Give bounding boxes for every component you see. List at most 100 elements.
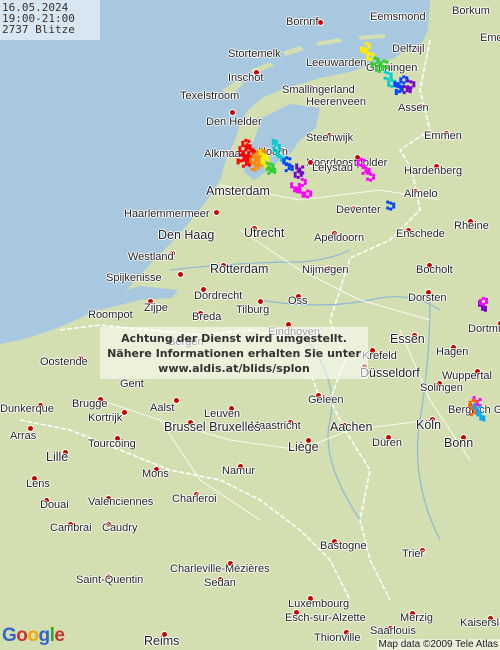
lightning-strike (472, 406, 476, 410)
lightning-strike (290, 185, 294, 189)
lightning-strike (390, 84, 394, 88)
lightning-strike (475, 407, 479, 411)
google-logo[interactable]: Google (2, 625, 65, 647)
lightning-strike (397, 90, 401, 94)
lightning-strike (293, 171, 297, 175)
lightning-strike (256, 166, 260, 170)
lightning-strike (386, 71, 390, 75)
lightning-strike (470, 407, 473, 411)
lightning-strike (301, 165, 305, 169)
lightning-strike (303, 194, 307, 198)
lightning-strike (265, 167, 269, 171)
lightning-strike (356, 159, 360, 163)
lightning-strike (374, 68, 378, 72)
lightning-strike (274, 142, 278, 146)
lightning-strike (366, 54, 370, 58)
lightning-strike (374, 65, 378, 69)
lightning-strike (265, 161, 269, 165)
lightning-strike (359, 157, 363, 161)
lightning-strike (386, 206, 390, 210)
lightning-strike (282, 158, 286, 162)
lightning-strike (303, 178, 307, 182)
lightning-strike (393, 81, 397, 85)
lightning-strike (370, 64, 374, 68)
lightning-strike (382, 65, 386, 69)
lightning-strike (264, 157, 268, 161)
lightning-strike (405, 89, 409, 93)
lightning-strike (238, 146, 242, 150)
lightning-strike (285, 156, 289, 160)
lightning-strike (468, 400, 472, 404)
lightning-strike (258, 152, 262, 156)
lightning-strike (264, 154, 268, 158)
lightning-strike (473, 411, 476, 415)
lightning-strike (361, 171, 365, 175)
lightning-strike (367, 46, 371, 50)
lightning-strike (484, 308, 487, 312)
lightning-strike (236, 161, 240, 165)
lightning-strike (372, 176, 376, 180)
lightning-strike (271, 138, 275, 142)
lightning-strike (244, 138, 248, 142)
lightning-strike (238, 149, 242, 153)
lightning-strike (242, 150, 245, 154)
lightning-strike (376, 57, 380, 61)
lightning-strike (241, 164, 245, 168)
lightning-strike (247, 163, 251, 167)
lightning-strike (284, 169, 288, 173)
lightning-strike (369, 172, 373, 176)
lightning-strike (356, 162, 360, 166)
lightning-strike (369, 52, 373, 56)
lightning-strike (271, 141, 275, 145)
lightning-strike (471, 398, 475, 402)
lightning-strike (297, 182, 301, 186)
lightning-strike (392, 205, 396, 209)
lightning-strike (290, 168, 294, 172)
lightning-strike (479, 298, 482, 302)
lightning-strike (479, 417, 483, 421)
lightning-strike (263, 149, 266, 153)
lightning-strike (402, 85, 406, 89)
lightning-strike (476, 410, 480, 414)
lightning-strike (295, 166, 299, 170)
lightning-strike (472, 396, 476, 400)
lightning-strike (389, 72, 393, 76)
lightning-strike (298, 190, 302, 194)
lightning-strike (362, 158, 366, 162)
lightning-strike (298, 167, 302, 171)
lightning-strike (379, 61, 383, 65)
lightning-strike (247, 139, 251, 143)
lightning-strike (366, 51, 370, 55)
lightning-strike (402, 91, 406, 95)
lightning-strike (303, 191, 307, 195)
lightning-strike (406, 79, 410, 83)
lightning-strike (367, 43, 371, 47)
lightning-strike (241, 143, 245, 147)
lightning-strike (482, 302, 485, 306)
map-credit[interactable]: Map data ©2009 Tele Atlas (376, 639, 500, 650)
lightning-strike (474, 399, 478, 403)
lightning-strike (241, 158, 245, 162)
lightning-strike (409, 80, 413, 84)
lightning-strike (297, 185, 301, 189)
lightning-strike (254, 158, 258, 162)
lightning-strike (273, 170, 277, 174)
lightning-strike (295, 163, 299, 167)
lightning-strike (376, 60, 380, 64)
lightning-strike (303, 181, 307, 185)
lightning-strike (366, 171, 370, 175)
lightning-strike (272, 149, 276, 153)
lightning-strike (288, 157, 292, 161)
lightning-strike (274, 139, 278, 143)
lightning-strike (394, 92, 398, 96)
lightning-strike (367, 167, 371, 171)
lightning-strike (241, 140, 245, 144)
notice-line-2: Nähere Informationen erhalten Sie unter (107, 347, 361, 360)
lightning-strike (369, 178, 373, 182)
lightning-strike (475, 403, 479, 407)
map[interactable]: Borkum Bornrif Eemsmond Delfzijl Stortemelk L… (0, 0, 500, 650)
lightning-strike (247, 151, 251, 155)
lightning-strike (387, 83, 391, 87)
lightning-strike (256, 163, 260, 167)
lightning-strike (261, 156, 265, 160)
